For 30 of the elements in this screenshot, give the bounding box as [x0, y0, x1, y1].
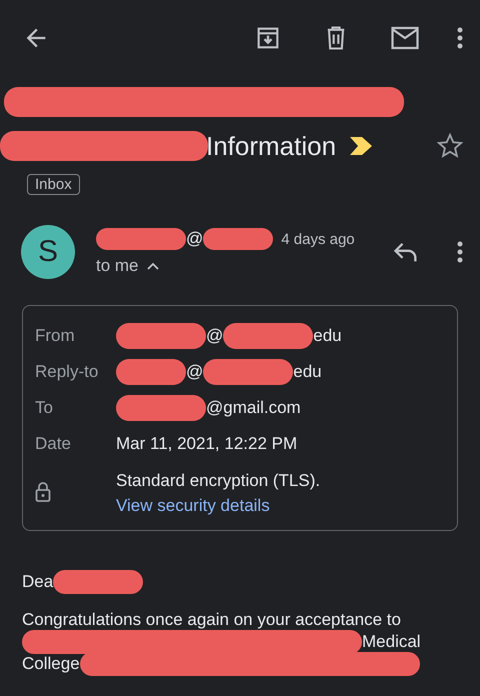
body-text: Dea — [22, 572, 54, 592]
field-label: Reply-to — [35, 362, 100, 382]
field-label: To — [35, 398, 54, 418]
recipient-toggle[interactable]: to me — [96, 256, 159, 276]
avatar: S — [21, 225, 75, 279]
redaction-mark — [116, 359, 186, 385]
body-text: Congratulations once again on your acceptance to — [22, 610, 401, 630]
field-value: edu — [313, 326, 342, 346]
time-label: 4 days ago — [281, 230, 355, 248]
field-label: Date — [35, 434, 72, 454]
field-value: Mar 11, 2021, 12:22 PM — [116, 434, 298, 454]
field-value: @ — [186, 362, 204, 382]
more-button[interactable] — [456, 240, 464, 264]
mail-button[interactable] — [390, 24, 420, 52]
lock-icon — [35, 482, 51, 502]
star-button[interactable] — [436, 132, 464, 160]
field-value: @ — [206, 326, 224, 346]
more-button[interactable] — [456, 26, 464, 50]
inbox-label[interactable]: Inbox — [27, 174, 80, 195]
field-value: @gmail.com — [206, 398, 301, 418]
text-fragment: @ — [186, 229, 204, 249]
caret-icon — [146, 262, 159, 270]
subject-title: Information — [206, 130, 336, 162]
field-label: From — [35, 326, 76, 346]
field-value: edu — [293, 362, 322, 382]
encryption-text: Standard encryption (TLS). — [116, 470, 320, 492]
redaction-mark — [203, 228, 274, 250]
security-details-link[interactable]: View security details — [116, 493, 320, 518]
body-text: Medical — [362, 632, 421, 652]
body-text: College — [22, 654, 80, 674]
